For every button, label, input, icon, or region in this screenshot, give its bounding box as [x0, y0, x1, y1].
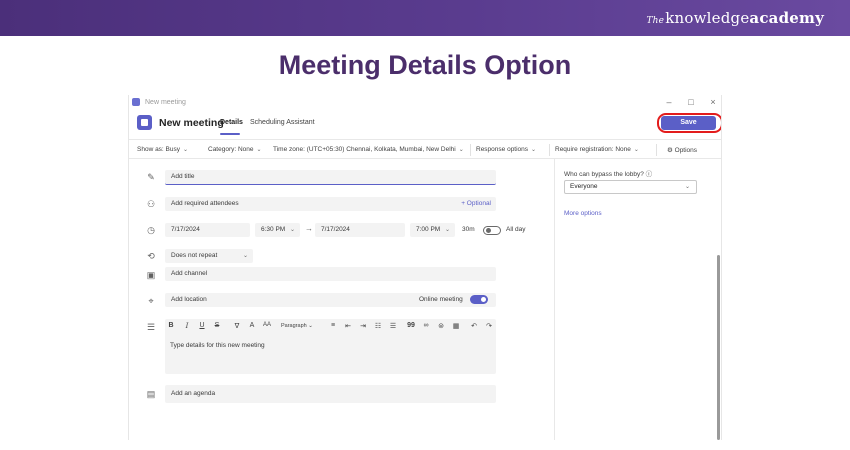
font-size-icon[interactable]: AA	[262, 322, 272, 328]
response-options-dropdown[interactable]: Response options ⌄	[476, 146, 536, 153]
meeting-window: New meeting – □ × New meeting Details Sc…	[128, 95, 722, 440]
teams-logo-icon	[132, 98, 140, 106]
online-meeting-toggle[interactable]	[470, 295, 488, 304]
show-as-dropdown[interactable]: Show as: Busy ⌄	[137, 146, 188, 153]
active-tab-indicator	[220, 133, 240, 135]
title-bar: New meeting – □ ×	[129, 95, 721, 111]
meeting-toolbar: Show as: Busy ⌄ Category: None ⌄ Time zone…	[129, 139, 721, 159]
meeting-title: New meeting	[159, 117, 224, 129]
add-people-icon: ⚇	[146, 199, 156, 209]
title-input[interactable]: Add title	[165, 170, 496, 185]
more-options-link[interactable]: More options	[564, 210, 602, 217]
toolbar-divider	[470, 144, 471, 156]
redo-icon[interactable]: ↷	[484, 322, 494, 330]
lobby-label: Who can bypass the lobby? ⓘ	[564, 171, 653, 178]
tab-scheduling-assistant[interactable]: Scheduling Assistant	[250, 119, 315, 126]
optional-attendees-link[interactable]: + Optional	[461, 197, 491, 211]
category-dropdown[interactable]: Category: None ⌄	[208, 146, 262, 153]
horizontal-rule-icon[interactable]: ⊜	[436, 322, 446, 330]
undo-icon[interactable]: ↶	[469, 322, 479, 330]
bullet-list-icon[interactable]: ☷	[373, 322, 383, 330]
agenda-input[interactable]: Add an agenda	[165, 385, 496, 403]
maximize-button[interactable]: □	[685, 97, 697, 107]
end-date-picker[interactable]: 7/17/2024	[315, 223, 405, 237]
paragraph-dropdown[interactable]: Paragraph ⌄	[281, 323, 313, 329]
quote-icon[interactable]: 99	[406, 322, 416, 329]
underline-button[interactable]: U	[197, 322, 207, 329]
save-button[interactable]: Save	[661, 116, 716, 130]
chevron-down-icon: ⌄	[458, 147, 464, 153]
clock-icon: ◷	[147, 225, 155, 235]
attendees-input[interactable]: Add required attendees + Optional	[165, 197, 496, 211]
close-window-button[interactable]: ×	[707, 97, 719, 107]
duration-label: 30m	[462, 226, 475, 233]
align-left-icon[interactable]: ≡	[328, 322, 338, 329]
start-time-picker[interactable]: 6:30 PM ⌄	[255, 223, 300, 237]
all-day-label: All day	[506, 226, 526, 233]
meeting-header: New meeting Details Scheduling Assistant…	[129, 111, 721, 137]
info-icon[interactable]: ⓘ	[646, 171, 653, 178]
chevron-down-icon: ⌄	[289, 227, 295, 233]
repeat-dropdown[interactable]: Does not repeat ⌄	[165, 249, 253, 263]
channel-icon: ▣	[146, 270, 156, 280]
toolbar-divider	[549, 144, 550, 156]
strikethrough-button[interactable]: S	[212, 322, 222, 329]
italic-button[interactable]: I	[182, 322, 192, 330]
chevron-down-icon: ⌄	[444, 227, 450, 233]
location-pin-icon: ⌖	[148, 296, 154, 306]
chevron-down-icon: ⌄	[531, 147, 537, 153]
timezone-dropdown[interactable]: Time zone: (UTC+05:30) Chennai, Kolkata,…	[273, 146, 464, 153]
chevron-down-icon: ⌄	[256, 147, 262, 153]
details-placeholder: Type details for this new meeting	[170, 342, 265, 349]
indent-icon[interactable]: ⇥	[358, 322, 368, 330]
channel-input[interactable]: Add channel	[165, 267, 496, 281]
format-toolbar: B I U S ∇ A AA Paragraph ⌄ ≡ ⇤ ⇥ ☷ ☰ 99 …	[165, 321, 496, 333]
registration-dropdown[interactable]: Require registration: None ⌄	[555, 146, 639, 153]
start-date-picker[interactable]: 7/17/2024	[165, 223, 250, 237]
font-color-icon[interactable]: A	[247, 322, 257, 329]
bold-button[interactable]: B	[166, 322, 176, 329]
toolbar-divider	[656, 144, 657, 156]
calendar-app-icon	[137, 115, 152, 130]
table-icon[interactable]: ▦	[451, 322, 461, 330]
chevron-down-icon: ⌄	[242, 253, 248, 259]
arrow-right-icon: →	[305, 224, 313, 233]
chevron-down-icon: ⌄	[633, 147, 639, 153]
window-title: New meeting	[145, 99, 186, 106]
pencil-icon: ✎	[147, 172, 155, 182]
top-banner: Theknowledgeacademy	[0, 0, 850, 36]
options-button[interactable]: ⚙ Options	[667, 146, 697, 154]
page-heading: Meeting Details Option	[278, 50, 572, 80]
text-lines-icon: ☰	[146, 322, 156, 332]
minimize-button[interactable]: –	[663, 97, 675, 107]
chevron-down-icon: ⌄	[684, 184, 690, 190]
lobby-dropdown[interactable]: Everyone ⌄	[564, 180, 697, 194]
brand-logo: Theknowledgeacademy	[646, 9, 824, 27]
chevron-down-icon: ⌄	[183, 147, 189, 153]
link-icon[interactable]: ∞	[421, 322, 431, 329]
agenda-icon: ▤	[146, 389, 156, 399]
lobby-side-panel: Who can bypass the lobby? ⓘ Everyone ⌄ Mo…	[554, 159, 721, 440]
tab-details[interactable]: Details	[220, 119, 243, 126]
online-meeting-label: Online meeting	[419, 296, 463, 303]
outdent-icon[interactable]: ⇤	[343, 322, 353, 330]
highlight-icon[interactable]: ∇	[232, 322, 242, 330]
all-day-toggle[interactable]	[483, 226, 501, 235]
numbered-list-icon[interactable]: ☰	[388, 322, 398, 330]
gear-icon: ⚙	[667, 147, 673, 154]
scrollbar[interactable]	[717, 255, 720, 440]
repeat-icon: ⟲	[147, 251, 155, 261]
end-time-picker[interactable]: 7:00 PM ⌄	[410, 223, 455, 237]
